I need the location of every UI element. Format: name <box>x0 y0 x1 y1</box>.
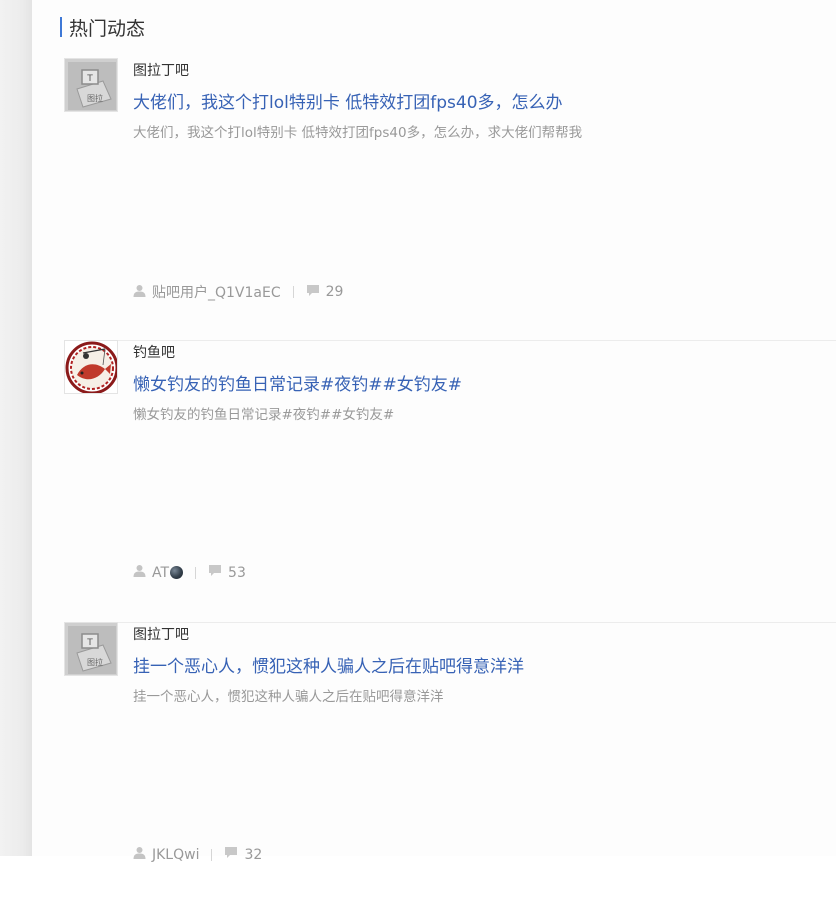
svg-text:T: T <box>86 638 93 648</box>
feed-item: T 图拉 图拉丁吧 大佬们，我这个打lol特别卡 低特效打团fps40多，怎么办… <box>64 58 836 341</box>
post-meta: JKLQwi 32 <box>133 846 262 863</box>
author-name[interactable]: 贴吧用户_Q1V1aEC <box>152 282 281 302</box>
section-title: 热门动态 <box>69 17 146 40</box>
user-icon <box>133 564 146 581</box>
hot-feed-panel: 热门动态 T 图拉 图拉丁吧 大佬们，我这个打lol特别卡 低特效打团fps40… <box>32 0 836 863</box>
section-header: 热门动态 <box>60 16 146 40</box>
section-accent-bar <box>60 17 62 37</box>
post-title-link[interactable]: 挂一个恶心人，惯犯这种人骗人之后在贴吧得意洋洋 <box>133 652 524 677</box>
user-icon <box>133 846 146 863</box>
reply-count: 53 <box>228 564 246 581</box>
forum-name[interactable]: 图拉丁吧 <box>133 624 189 644</box>
reply-count: 32 <box>244 846 263 863</box>
meta-divider <box>292 286 294 298</box>
meta-divider <box>211 848 213 861</box>
reply-count: 29 <box>325 284 344 300</box>
svg-text:T: T <box>86 74 93 84</box>
post-abstract: 懒女钓友的钓鱼日常记录#夜钓##女钓友# <box>133 407 395 423</box>
post-abstract: 挂一个恶心人，惯犯这种人骗人之后在贴吧得意洋洋 <box>133 689 444 705</box>
comment-icon <box>208 564 222 581</box>
post-title-link[interactable]: 懒女钓友的钓鱼日常记录#夜钓##女钓友# <box>133 370 462 395</box>
post-abstract: 大佬们，我这个打lol特别卡 低特效打团fps40多，怎么办，求大佬们帮帮我 <box>133 125 583 141</box>
forum-avatar[interactable]: T 图拉 <box>64 622 118 676</box>
user-icon <box>133 284 146 301</box>
post-title-link[interactable]: 大佬们，我这个打lol特别卡 低特效打团fps40多，怎么办 <box>133 88 563 113</box>
post-meta: 贴吧用户_Q1V1aEC 29 <box>133 282 343 302</box>
left-rail <box>0 0 32 856</box>
forum-avatar[interactable] <box>64 340 118 394</box>
comment-icon <box>224 846 238 863</box>
forum-avatar[interactable]: T 图拉 <box>64 58 118 112</box>
feed-item: 钓鱼吧 懒女钓友的钓鱼日常记录#夜钓##女钓友# 懒女钓友的钓鱼日常记录#夜钓#… <box>64 340 836 623</box>
author-name[interactable]: AT <box>152 565 169 581</box>
svg-text:图拉: 图拉 <box>87 93 103 103</box>
forum-name[interactable]: 钓鱼吧 <box>133 342 175 362</box>
meta-divider <box>195 566 197 579</box>
tuladin-forum-logo-icon: T 图拉 <box>65 623 117 675</box>
dark-circle-emoji-icon <box>170 566 184 579</box>
forum-name[interactable]: 图拉丁吧 <box>133 60 189 80</box>
author-name[interactable]: JKLQwi <box>152 847 199 863</box>
comment-icon <box>306 284 320 301</box>
svg-text:图拉: 图拉 <box>87 657 103 667</box>
post-meta: AT 53 <box>133 564 246 581</box>
tuladin-forum-logo-icon: T 图拉 <box>65 59 117 111</box>
feed-item: T 图拉 图拉丁吧 挂一个恶心人，惯犯这种人骗人之后在贴吧得意洋洋 挂一个恶心人… <box>64 622 836 904</box>
fishing-forum-logo-icon <box>65 341 117 393</box>
